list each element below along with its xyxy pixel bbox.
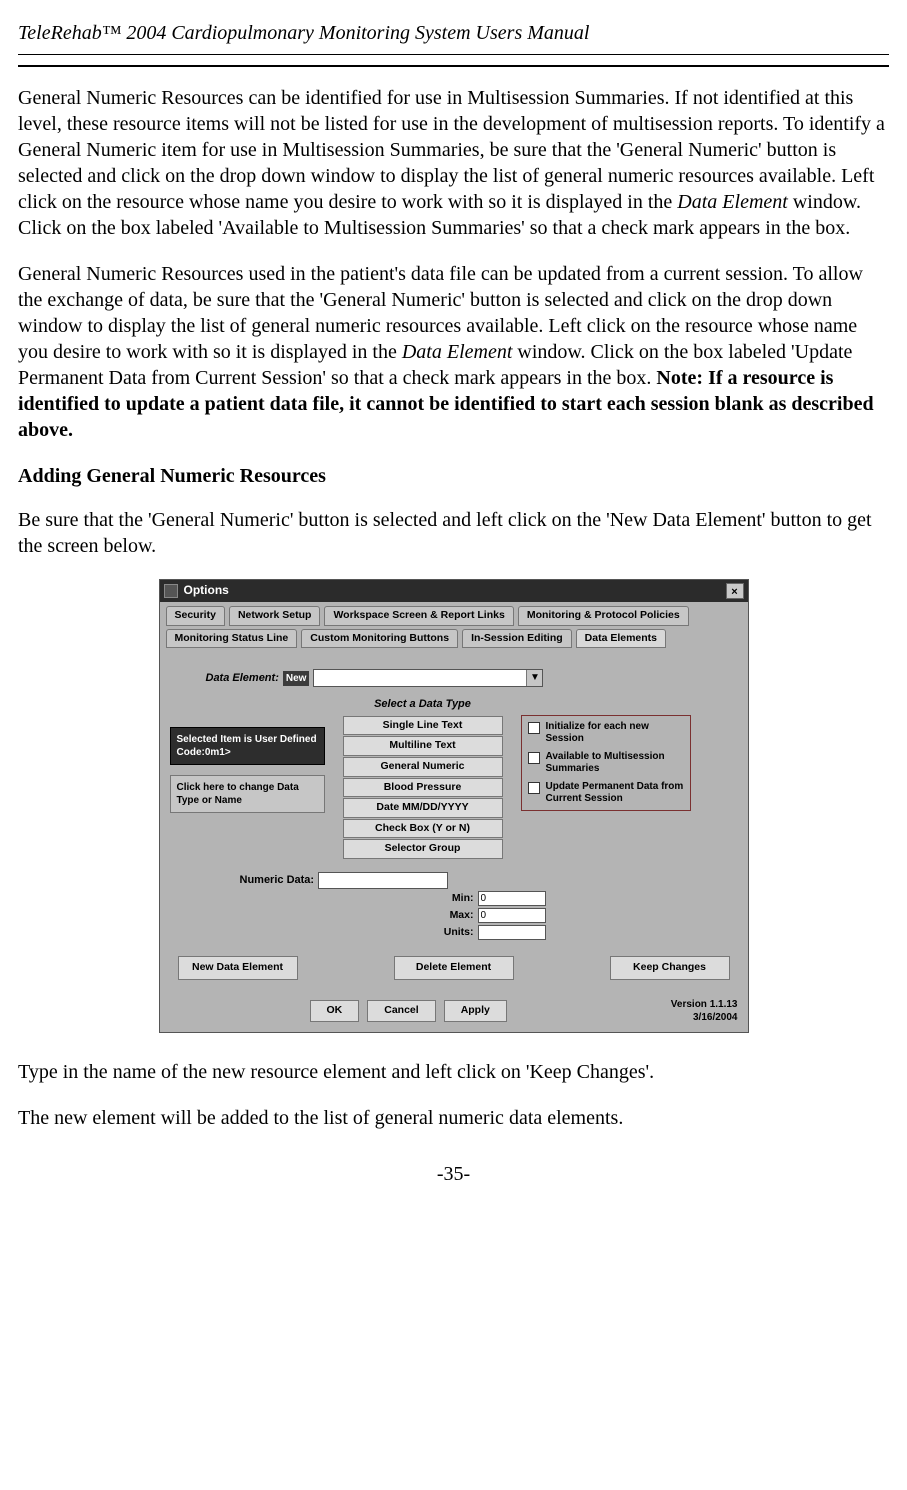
chevron-down-icon[interactable]: ▼ <box>526 670 542 686</box>
numeric-data-input[interactable] <box>318 872 448 889</box>
header-rule-thick <box>18 65 889 67</box>
window-icon <box>164 584 178 598</box>
change-type-button[interactable]: Click here to change Data Type or Name <box>170 775 325 813</box>
units-label: Units: <box>436 926 474 940</box>
numeric-data-label: Numeric Data: <box>240 873 315 887</box>
ok-button[interactable]: OK <box>310 1000 360 1022</box>
data-element-label: Data Element: <box>206 671 279 685</box>
new-data-element-button[interactable]: New Data Element <box>178 956 298 980</box>
header-prefix: TeleRehab <box>18 22 102 44</box>
checkbox-label-initialize: Initialize for each new Session <box>546 721 684 745</box>
window-title: Options <box>184 583 720 599</box>
paragraph-5: The new element will be added to the lis… <box>18 1105 889 1131</box>
select-data-type-label: Select a Data Type <box>374 697 471 711</box>
options-checkbox-group: Initialize for each new Session Availabl… <box>521 715 691 811</box>
p2-text-italic: Data Element <box>402 341 513 363</box>
keep-changes-button[interactable]: Keep Changes <box>610 956 730 980</box>
type-general-numeric[interactable]: General Numeric <box>343 757 503 777</box>
tab-strip: Security Network Setup Workspace Screen … <box>160 602 748 653</box>
close-icon[interactable]: × <box>726 583 744 599</box>
tab-monitoring-policies[interactable]: Monitoring & Protocol Policies <box>518 606 689 626</box>
checkbox-available-multisession[interactable] <box>528 752 540 764</box>
tab-monitoring-status-line[interactable]: Monitoring Status Line <box>166 629 298 649</box>
version-number: Version 1.1.13 <box>671 998 738 1011</box>
checkbox-label-update-permanent: Update Permanent Data from Current Sessi… <box>546 781 684 805</box>
type-check-box[interactable]: Check Box (Y or N) <box>343 819 503 839</box>
version-info: Version 1.1.13 3/16/2004 <box>671 998 738 1024</box>
tab-network-setup[interactable]: Network Setup <box>229 606 321 626</box>
header-suffix: 2004 Cardiopulmonary Monitoring System U… <box>121 22 589 44</box>
type-single-line-text[interactable]: Single Line Text <box>343 716 503 736</box>
type-selector-group[interactable]: Selector Group <box>343 839 503 859</box>
page-header: TeleRehab™ 2004 Cardiopulmonary Monitori… <box>18 20 889 46</box>
type-blood-pressure[interactable]: Blood Pressure <box>343 778 503 798</box>
paragraph-1: General Numeric Resources can be identif… <box>18 85 889 241</box>
subheading: Adding General Numeric Resources <box>18 463 889 489</box>
min-input[interactable] <box>478 891 546 906</box>
cancel-button[interactable]: Cancel <box>367 1000 435 1022</box>
data-element-dropdown[interactable]: ▼ <box>313 669 543 687</box>
panel-body: Data Element: New ▼ Selected Item is Use… <box>160 653 748 991</box>
options-window: Options × Security Network Setup Workspa… <box>159 579 749 1033</box>
type-multiline-text[interactable]: Multiline Text <box>343 736 503 756</box>
type-date[interactable]: Date MM/DD/YYYY <box>343 798 503 818</box>
max-label: Max: <box>436 909 474 923</box>
min-label: Min: <box>436 892 474 906</box>
dialog-footer: OK Cancel Apply Version 1.1.13 3/16/2004 <box>160 992 748 1032</box>
header-tm: ™ <box>102 22 122 44</box>
checkbox-label-multisession: Available to Multisession Summaries <box>546 751 684 775</box>
paragraph-4: Type in the name of the new resource ele… <box>18 1059 889 1085</box>
tab-custom-monitoring-buttons[interactable]: Custom Monitoring Buttons <box>301 629 458 649</box>
data-element-value-prefix: New <box>283 671 310 686</box>
apply-button[interactable]: Apply <box>444 1000 507 1022</box>
delete-element-button[interactable]: Delete Element <box>394 956 514 980</box>
version-date: 3/16/2004 <box>671 1011 738 1024</box>
units-input[interactable] <box>478 925 546 940</box>
tab-security[interactable]: Security <box>166 606 225 626</box>
paragraph-2: General Numeric Resources used in the pa… <box>18 261 889 443</box>
checkbox-initialize-each-session[interactable] <box>528 722 540 734</box>
max-input[interactable] <box>478 908 546 923</box>
tab-workspace-links[interactable]: Workspace Screen & Report Links <box>324 606 513 626</box>
checkbox-update-permanent[interactable] <box>528 782 540 794</box>
paragraph-3: Be sure that the 'General Numeric' butto… <box>18 507 889 559</box>
selected-item-info-box: Selected Item is User Defined Code:0m1> <box>170 727 325 765</box>
tab-data-elements[interactable]: Data Elements <box>576 629 666 649</box>
p1-text-italic: Data Element <box>677 191 788 213</box>
window-titlebar: Options × <box>160 580 748 602</box>
tab-in-session-editing[interactable]: In-Session Editing <box>462 629 572 649</box>
page-number: -35- <box>18 1161 889 1187</box>
